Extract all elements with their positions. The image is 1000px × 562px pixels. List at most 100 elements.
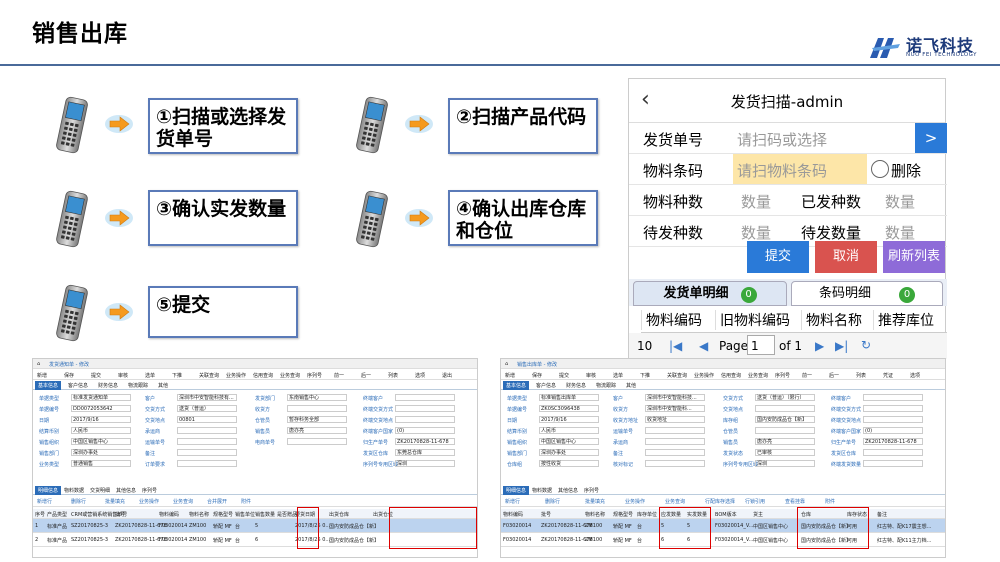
field-input[interactable] [645, 460, 705, 467]
erp-tab[interactable]: 基本信息 [35, 381, 62, 390]
field-input[interactable] [177, 427, 237, 434]
tab-barcode-detail[interactable]: 条码明细 0 [791, 281, 943, 306]
erp-tab[interactable]: 物流跟踪 [125, 381, 151, 390]
toolbar-button[interactable]: 凭证 [883, 372, 893, 379]
detail-tool-button[interactable]: 批量填充 [585, 498, 605, 505]
detail-tab[interactable]: 交货明细 [87, 486, 113, 495]
field-input[interactable] [863, 449, 923, 456]
table-row[interactable]: F03020014 ZK20170828-11-678 ZM100 轿配 MF 台 6 6 F… [501, 533, 945, 547]
field-input[interactable] [645, 449, 705, 456]
window-tab-title[interactable]: 发货通知单 - 修改 [49, 361, 89, 368]
detail-tool-button[interactable]: 新增行 [505, 498, 520, 505]
toolbar-button[interactable]: 业务查询 [280, 372, 300, 379]
field-input[interactable]: 深圳办事处 [71, 449, 131, 456]
field-input[interactable]: 普通销售 [71, 460, 131, 467]
toolbar-button[interactable]: 业务查询 [748, 372, 768, 379]
field-input[interactable]: 人民币 [71, 427, 131, 434]
erp-tab[interactable]: 其他 [623, 381, 639, 390]
field-input[interactable] [863, 394, 923, 401]
detail-tool-button[interactable]: 删除行 [71, 498, 86, 505]
field-input[interactable] [645, 438, 705, 445]
field-input[interactable]: 国内安防成品仓【新】 [755, 416, 815, 423]
detail-tool-button[interactable]: 批量填充 [105, 498, 125, 505]
field-input[interactable]: ZK20170828-11-678 [863, 438, 923, 445]
erp-tab[interactable]: 其他 [155, 381, 171, 390]
prev-page-icon[interactable]: ◀ [699, 339, 708, 353]
field-input[interactable] [645, 427, 705, 434]
detail-tab[interactable]: 其他信息 [113, 486, 139, 495]
toolbar-button[interactable]: 序列号 [775, 372, 790, 379]
submit-button[interactable]: 提交 [747, 241, 809, 273]
toolbar-button[interactable]: 业务操作 [694, 372, 714, 379]
field-input[interactable]: 深圳市中安智能科... [645, 405, 705, 412]
detail-tool-button[interactable]: 业务操作 [139, 498, 159, 505]
detail-tab[interactable]: 物料数据 [61, 486, 87, 495]
toolbar-button[interactable]: 新增 [505, 372, 515, 379]
detail-tool-button[interactable]: 删除行 [545, 498, 560, 505]
toolbar-button[interactable]: 选项 [910, 372, 920, 379]
erp-tab[interactable]: 基本信息 [503, 381, 530, 390]
field-input[interactable] [863, 405, 923, 412]
field-input[interactable]: 标准发货通知单 [71, 394, 131, 401]
detail-tab[interactable]: 其他信息 [555, 486, 581, 495]
field-input[interactable]: 2017/9/16 [539, 416, 599, 423]
toolbar-button[interactable]: 后一 [361, 372, 371, 379]
field-input[interactable] [287, 405, 347, 412]
field-input[interactable]: 已审核 [755, 449, 815, 456]
toolbar-button[interactable]: 序列号 [307, 372, 322, 379]
toolbar-button[interactable]: 退出 [442, 372, 452, 379]
field-input[interactable]: 收货地址 [645, 416, 705, 423]
home-icon[interactable]: ⌂ [37, 361, 40, 367]
refresh-button[interactable]: 刷新列表 [883, 241, 945, 273]
field-input[interactable]: 深圳市中安智能科技... [645, 394, 705, 401]
field-input[interactable]: 深圳 [755, 460, 815, 467]
detail-tool-button[interactable]: 行锁引用 [745, 498, 765, 505]
order-input[interactable]: 请扫码或选择 [737, 129, 827, 150]
field-input[interactable]: 暂存科务全部 [287, 416, 347, 423]
field-input[interactable]: 送货（普运）（限行） [755, 394, 815, 401]
field-input[interactable]: DD0072053642 [71, 405, 131, 412]
detail-tool-button[interactable]: 查看挂靠 [785, 498, 805, 505]
toolbar-button[interactable]: 前一 [802, 372, 812, 379]
home-icon[interactable]: ⌂ [505, 361, 508, 367]
refresh-icon[interactable]: ↻ [861, 338, 871, 352]
field-input[interactable]: 人民币 [539, 427, 599, 434]
toolbar-button[interactable]: 信用查询 [253, 372, 273, 379]
field-input[interactable]: 中国区销售中心 [71, 438, 131, 445]
field-input[interactable]: 深圳办事处 [539, 449, 599, 456]
detail-tool-button[interactable]: 业务查询 [665, 498, 685, 505]
detail-tab[interactable]: 序列号 [581, 486, 602, 495]
erp-tab[interactable]: 客户信息 [533, 381, 559, 390]
toolbar-button[interactable]: 提交 [91, 372, 101, 379]
field-input[interactable]: 00801 [177, 416, 237, 423]
field-input[interactable]: ZK0SC3096438 [539, 405, 599, 412]
field-input[interactable]: ZK20170828-11-678 [395, 438, 455, 445]
detail-tool-button[interactable]: 新增行 [37, 498, 52, 505]
first-page-icon[interactable]: |◀ [669, 339, 682, 353]
page-input[interactable]: 1 [747, 335, 775, 355]
field-input[interactable] [177, 449, 237, 456]
toolbar-button[interactable]: 保存 [64, 372, 74, 379]
field-input[interactable] [395, 416, 455, 423]
toolbar-button[interactable]: 审核 [586, 372, 596, 379]
toolbar-button[interactable]: 业务操作 [226, 372, 246, 379]
toolbar-button[interactable]: 后一 [829, 372, 839, 379]
field-input[interactable] [863, 460, 923, 467]
field-input[interactable]: 标准销售出库单 [539, 394, 599, 401]
toolbar-button[interactable]: 选单 [613, 372, 623, 379]
field-input[interactable] [755, 405, 815, 412]
field-input[interactable]: (0) [395, 427, 455, 434]
field-input[interactable] [863, 416, 923, 423]
toolbar-button[interactable]: 选项 [415, 372, 425, 379]
detail-tab[interactable]: 明细信息 [35, 486, 62, 495]
field-input[interactable]: 中国区销售中心 [539, 438, 599, 445]
field-input[interactable]: 深圳市中安智能科技有... [177, 394, 237, 401]
table-row[interactable]: F03020014 ZK20170828-11-678 ZM100 轿配 MF 台 5 5 F… [501, 519, 945, 533]
detail-tool-button[interactable]: 附件 [241, 498, 251, 505]
erp-tab[interactable]: 财务信息 [563, 381, 589, 390]
field-input[interactable]: (0) [863, 427, 923, 434]
detail-tool-button[interactable]: 业务操作 [625, 498, 645, 505]
cancel-button[interactable]: 取消 [815, 241, 877, 273]
field-input[interactable] [177, 438, 237, 445]
field-input[interactable] [177, 460, 237, 467]
